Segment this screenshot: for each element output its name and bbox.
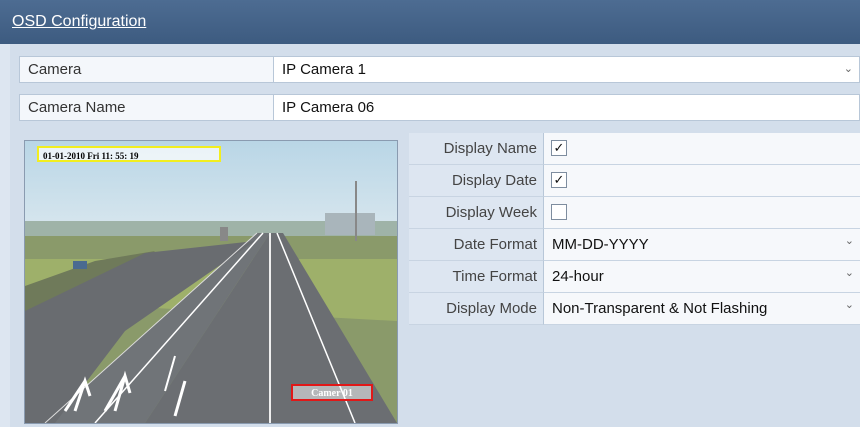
display-mode-select[interactable]: Non-Transparent & Not Flashing ⌄ (544, 293, 860, 325)
camera-name-input[interactable]: IP Camera 06 (274, 95, 859, 120)
time-format-value: 24-hour (552, 268, 604, 285)
display-name-checkbox[interactable]: ✓ (551, 140, 567, 156)
date-format-value: MM-DD-YYYY (552, 236, 649, 253)
display-name-label: Display Name (409, 133, 544, 165)
title-bar: OSD Configuration (0, 0, 860, 44)
camera-name-label: Camera Name (20, 95, 274, 120)
date-format-row: Date Format MM-DD-YYYY ⌄ (409, 229, 860, 261)
display-mode-row: Display Mode Non-Transparent & Not Flash… (409, 293, 860, 325)
date-overlay[interactable]: 01-01-2010 Fri 11: 55: 19 (37, 146, 221, 162)
display-mode-value: Non-Transparent & Not Flashing (552, 300, 768, 317)
display-name-row: Display Name ✓ (409, 133, 860, 165)
chevron-down-icon: ⌄ (844, 235, 854, 247)
date-format-label: Date Format (409, 229, 544, 261)
camera-row: Camera IP Camera 1 ⌄ (19, 56, 860, 83)
camera-select[interactable]: IP Camera 1 ⌄ (274, 57, 859, 82)
time-format-label: Time Format (409, 261, 544, 293)
display-date-row: Display Date ✓ (409, 165, 860, 197)
time-format-select[interactable]: 24-hour ⌄ (544, 261, 860, 293)
chevron-down-icon: ⌄ (843, 63, 853, 75)
time-format-row: Time Format 24-hour ⌄ (409, 261, 860, 293)
display-date-checkbox[interactable]: ✓ (551, 172, 567, 188)
date-format-select[interactable]: MM-DD-YYYY ⌄ (544, 229, 860, 261)
preview-image (25, 141, 397, 423)
camera-preview[interactable]: 01-01-2010 Fri 11: 55: 19 Camer 01 (24, 140, 398, 424)
camera-label: Camera (20, 57, 274, 82)
display-date-label: Display Date (409, 165, 544, 197)
chevron-down-icon: ⌄ (844, 299, 854, 311)
camera-name-row: Camera Name IP Camera 06 (19, 94, 860, 121)
display-week-checkbox[interactable] (551, 204, 567, 220)
display-week-label: Display Week (409, 197, 544, 229)
camera-name-overlay[interactable]: Camer 01 (291, 384, 373, 401)
display-mode-label: Display Mode (409, 293, 544, 325)
display-week-row: Display Week (409, 197, 860, 229)
window-title: OSD Configuration (12, 13, 147, 30)
options-grid: Display Name ✓ Display Date ✓ Display We… (409, 133, 860, 325)
chevron-down-icon: ⌄ (844, 267, 854, 279)
camera-value: IP Camera 1 (282, 61, 366, 78)
camera-name-value: IP Camera 06 (282, 99, 375, 116)
